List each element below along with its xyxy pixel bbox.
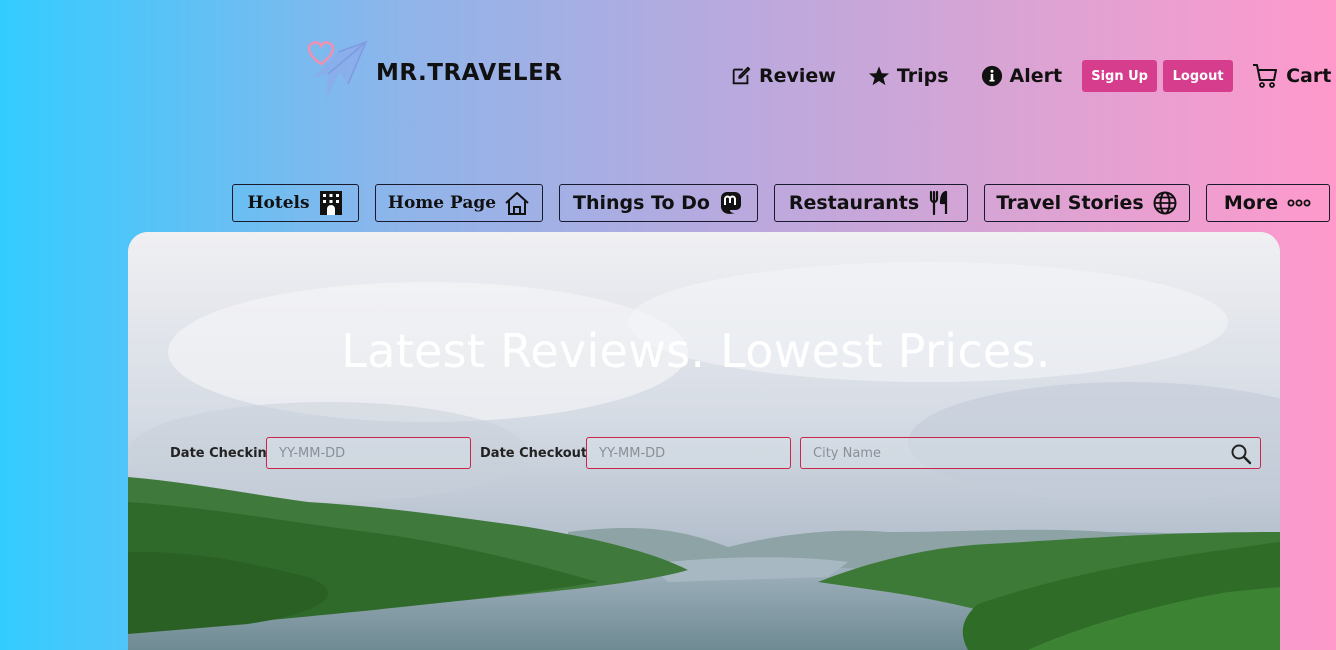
signup-button[interactable]: Sign Up: [1082, 60, 1158, 92]
category-home-page-label: Home Page: [387, 193, 497, 213]
nav-review[interactable]: Review: [730, 65, 836, 87]
top-navigation: Review Trips Alert Sign Up Logout Cart: [730, 60, 1331, 92]
category-more[interactable]: More: [1206, 184, 1330, 222]
nav-trips-label: Trips: [896, 65, 949, 87]
city-search-input[interactable]: City Name: [800, 437, 1261, 469]
hero-banner: Latest Reviews. Lowest Prices. Date Chec…: [128, 232, 1280, 650]
category-home-page[interactable]: Home Page: [375, 184, 543, 222]
mastodon-icon: [720, 192, 741, 214]
edit-icon: [732, 66, 751, 85]
dots-icon: [1287, 199, 1311, 207]
category-restaurants-label: Restaurants: [788, 192, 920, 214]
globe-icon: [1153, 191, 1177, 215]
cart-icon: [1253, 64, 1278, 88]
home-icon: [505, 192, 529, 215]
nav-trips[interactable]: Trips: [868, 65, 949, 87]
heart-plane-logo[interactable]: [304, 38, 370, 108]
category-travel-stories[interactable]: Travel Stories: [984, 184, 1190, 222]
checkin-placeholder: YY-MM-DD: [279, 445, 346, 461]
city-placeholder: City Name: [813, 445, 881, 461]
category-more-label: More: [1223, 192, 1279, 214]
checkout-input[interactable]: YY-MM-DD: [586, 437, 791, 469]
utensils-icon: [930, 190, 948, 216]
star-icon: [868, 66, 889, 86]
category-hotels[interactable]: Hotels: [232, 184, 359, 222]
checkin-label: Date Checkin: [170, 446, 267, 461]
nav-review-label: Review: [759, 65, 836, 87]
category-restaurants[interactable]: Restaurants: [774, 184, 968, 222]
nav-cart-label: Cart: [1286, 65, 1332, 87]
nav-alert[interactable]: Alert: [981, 65, 1063, 87]
nav-cart[interactable]: Cart: [1251, 62, 1331, 90]
category-things-to-do[interactable]: Things To Do: [559, 184, 758, 222]
search-form: Date Checkin YY-MM-DD Date Checkout YY-M…: [128, 437, 1280, 469]
category-bar: Hotels Home Page Things To Do Restaurant…: [0, 184, 1336, 222]
hotel-icon: [319, 191, 342, 215]
brand-name: MR.TRAVELER: [376, 60, 563, 86]
search-icon[interactable]: [1230, 443, 1252, 465]
category-things-to-do-label: Things To Do: [573, 192, 710, 214]
nav-alert-label: Alert: [1009, 65, 1063, 87]
checkout-label: Date Checkout: [480, 446, 588, 461]
checkin-input[interactable]: YY-MM-DD: [266, 437, 471, 469]
logout-button[interactable]: Logout: [1163, 60, 1234, 92]
checkout-placeholder: YY-MM-DD: [599, 445, 666, 461]
hero-headline: Latest Reviews. Lowest Prices.: [341, 324, 1051, 378]
info-icon: [981, 65, 1002, 87]
category-hotels-label: Hotels: [247, 193, 310, 213]
category-travel-stories-label: Travel Stories: [996, 192, 1144, 214]
